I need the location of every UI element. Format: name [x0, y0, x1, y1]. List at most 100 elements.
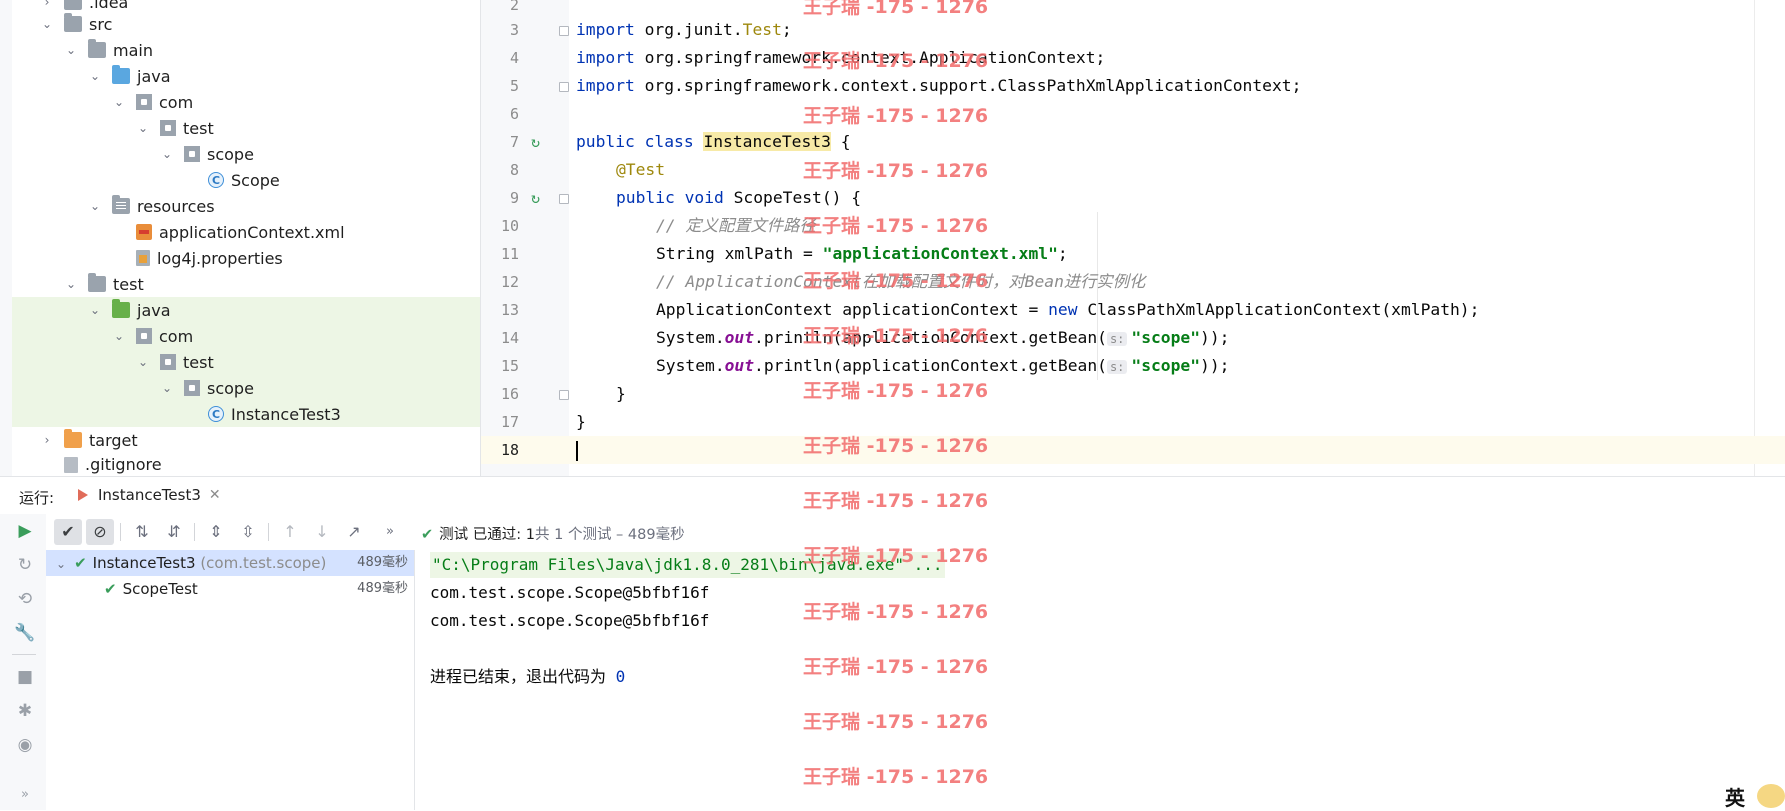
line-number: 4 — [509, 49, 519, 67]
tree-item-target[interactable]: › target — [12, 427, 480, 453]
chevron-down-icon[interactable]: ⌄ — [40, 17, 54, 31]
package-icon — [184, 146, 200, 162]
show-ignored-icon[interactable]: ⊘ — [86, 519, 114, 545]
chevron-down-icon[interactable]: ⌄ — [112, 95, 126, 109]
tree-item-scope-test[interactable]: ⌄ scope — [12, 375, 480, 401]
code-line-10[interactable]: 10 // 定义配置文件路径 — [481, 212, 1785, 240]
tree-item-gitignore[interactable]: .gitignore — [12, 453, 480, 476]
chevron-right-icon[interactable]: › — [40, 433, 54, 447]
close-icon[interactable]: ✕ — [209, 487, 221, 503]
line-number: 9 — [509, 189, 519, 207]
tree-item-java-test[interactable]: ⌄ java — [12, 297, 480, 323]
rerun-icon[interactable]: ▶ — [14, 520, 36, 542]
camera-icon[interactable]: ◉ — [14, 734, 36, 756]
wrench-icon[interactable]: 🔧 — [14, 622, 36, 644]
chevron-down-icon[interactable]: ⌄ — [64, 277, 78, 291]
tree-item-java-main[interactable]: ⌄ java — [12, 63, 480, 89]
chevron-down-icon[interactable]: ⌄ — [64, 43, 78, 57]
more-icon[interactable]: » — [14, 784, 36, 806]
tree-item-main[interactable]: ⌄ main — [12, 37, 480, 63]
project-tree: › .idea ⌄ src ⌄ main ⌄ java ⌄ com ⌄ test… — [0, 0, 480, 476]
code-line-11[interactable]: 11 String xmlPath = "applicationContext.… — [481, 240, 1785, 268]
tree-item-application-context-xml[interactable]: applicationContext.xml — [12, 219, 480, 245]
test-source-folder-icon — [112, 299, 130, 318]
run-tab-instancetest3[interactable]: InstanceTest3 ✕ — [78, 477, 221, 513]
debug-icon[interactable]: ✱ — [14, 700, 36, 722]
test-suite-row[interactable]: ⌄ ✔ InstanceTest3 (com.test.scope) 489毫秒 — [46, 550, 414, 576]
code-editor[interactable]: 2 3 import org.junit.Test; 4 import org.… — [481, 0, 1785, 476]
console-output[interactable]: "C:\Program Files\Java\jdk1.8.0_281\bin\… — [415, 550, 1785, 810]
package-icon — [160, 120, 176, 136]
code-line-17[interactable]: 17 } — [481, 408, 1785, 436]
code-line-5[interactable]: 5 import org.springframework.context.sup… — [481, 72, 1785, 100]
code-line-7[interactable]: 7 ↻ public class InstanceTest3 { — [481, 128, 1785, 156]
sort-by-duration-icon[interactable]: ⇵ — [160, 519, 188, 545]
chevron-down-icon[interactable]: ⌄ — [160, 147, 174, 161]
code-line-13[interactable]: 13 ApplicationContext applicationContext… — [481, 296, 1785, 324]
code-line-4[interactable]: 4 import org.springframework.context.App… — [481, 44, 1785, 72]
chevron-down-icon[interactable]: ⌄ — [88, 303, 102, 317]
code-line-8[interactable]: 8 @Test — [481, 156, 1785, 184]
run-test-gutter-icon[interactable]: ↻ — [531, 134, 549, 150]
more-actions-icon[interactable]: » — [376, 519, 404, 545]
fold-marker-icon[interactable] — [559, 26, 569, 36]
tree-item-instancetest3[interactable]: C InstanceTest3 — [12, 401, 480, 427]
next-failed-icon[interactable]: ↓ — [308, 519, 336, 545]
chevron-down-icon[interactable]: ⌄ — [56, 557, 66, 571]
fold-marker-icon[interactable] — [559, 390, 569, 400]
console-command-line[interactable]: "C:\Program Files\Java\jdk1.8.0_281\bin\… — [430, 552, 945, 578]
check-icon: ✔ — [421, 527, 434, 543]
code-line-18[interactable]: 18 — [481, 436, 1785, 464]
ime-indicator[interactable]: 英 — [1717, 780, 1785, 810]
chevron-down-icon[interactable]: ⌄ — [112, 329, 126, 343]
ime-mascot-icon — [1757, 784, 1785, 808]
expand-all-icon[interactable]: ⇕ — [202, 519, 230, 545]
tree-item-test-pkg-main[interactable]: ⌄ test — [12, 115, 480, 141]
line-number: 17 — [500, 413, 519, 431]
code-text: public void ScopeTest() { — [616, 188, 862, 207]
tree-item-src[interactable]: ⌄ src — [12, 11, 480, 37]
code-line-15[interactable]: 15 System.out.println(applicationContext… — [481, 352, 1785, 380]
stop-icon[interactable]: ■ — [14, 666, 36, 688]
chevron-down-icon[interactable]: ⌄ — [136, 121, 150, 135]
passed-check-icon: ✔ — [74, 554, 87, 572]
chevron-right-icon[interactable]: › — [40, 0, 54, 9]
fold-marker-icon[interactable] — [559, 194, 569, 204]
sort-alphabetically-icon[interactable]: ⇅ — [128, 519, 156, 545]
folder-icon — [64, 0, 82, 10]
code-line-9[interactable]: 9 ↻ public void ScopeTest() { — [481, 184, 1785, 212]
code-line-3[interactable]: 3 import org.junit.Test; — [481, 16, 1785, 44]
chevron-down-icon[interactable]: ⌄ — [136, 355, 150, 369]
code-line-14[interactable]: 14 System.out.println(applicationContext… — [481, 324, 1785, 352]
test-case-row[interactable]: ✔ ScopeTest 489毫秒 — [46, 576, 414, 602]
code-line-12[interactable]: 12 // ApplicationContext在加载配置文件时，对Bean进行… — [481, 268, 1785, 296]
passed-check-icon: ✔ — [104, 580, 117, 598]
toggle-auto-test-icon[interactable]: ⟲ — [14, 588, 36, 610]
run-test-gutter-icon[interactable]: ↻ — [531, 190, 549, 206]
text-caret — [576, 436, 578, 464]
tree-item-com-main[interactable]: ⌄ com — [12, 89, 480, 115]
chevron-down-icon[interactable]: ⌄ — [88, 199, 102, 213]
previous-failed-icon[interactable]: ↑ — [276, 519, 304, 545]
tree-item-log4j-properties[interactable]: log4j.properties — [12, 245, 480, 271]
tree-item-resources[interactable]: ⌄ resources — [12, 193, 480, 219]
tree-item-scope-main[interactable]: ⌄ scope — [12, 141, 480, 167]
export-results-icon[interactable]: ↗ — [340, 519, 368, 545]
tree-item-test[interactable]: ⌄ test — [12, 271, 480, 297]
fold-marker-icon[interactable] — [559, 82, 569, 92]
collapse-all-icon[interactable]: ⇳ — [234, 519, 262, 545]
code-line-16[interactable]: 16 } — [481, 380, 1785, 408]
code-text: } — [576, 412, 586, 431]
code-line-6[interactable]: 6 — [481, 100, 1785, 128]
tree-item-test-pkg-test[interactable]: ⌄ test — [12, 349, 480, 375]
rerun-failed-icon[interactable]: ↻ — [14, 554, 36, 576]
tree-item-com-test[interactable]: ⌄ com — [12, 323, 480, 349]
chevron-down-icon[interactable]: ⌄ — [88, 69, 102, 83]
chevron-down-icon[interactable]: ⌄ — [160, 381, 174, 395]
package-icon — [136, 328, 152, 344]
excluded-folder-icon — [64, 429, 82, 448]
line-number: 7 — [509, 133, 519, 151]
gitignore-file-icon — [64, 456, 78, 473]
show-passed-icon[interactable]: ✔ — [54, 519, 82, 545]
tree-item-scope-class[interactable]: C Scope — [12, 167, 480, 193]
